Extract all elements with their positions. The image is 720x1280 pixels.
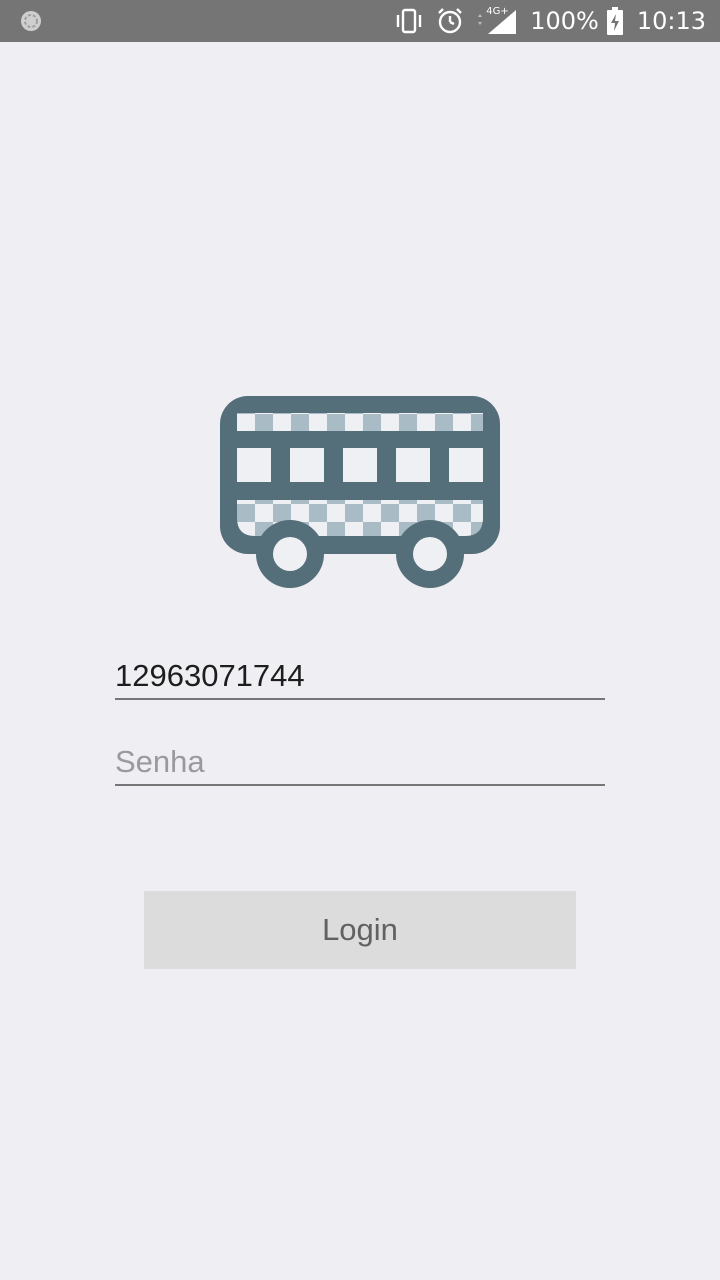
- user-field: [115, 654, 605, 700]
- battery-charging-icon: [606, 7, 623, 35]
- vibrate-icon: [397, 8, 422, 34]
- clock: 10:13: [636, 7, 706, 35]
- status-icons: 4G+ 100% 10:13: [394, 0, 706, 42]
- battery-percent: 100%: [530, 7, 599, 35]
- login-button[interactable]: Login: [144, 891, 576, 969]
- sync-icon: [21, 11, 41, 31]
- password-field: [115, 740, 605, 786]
- password-input[interactable]: [115, 740, 605, 784]
- status-bar: 4G+ 100% 10:13: [0, 0, 720, 42]
- alarm-icon: [438, 8, 463, 34]
- bus-icon: [220, 396, 500, 588]
- signal-icon: [478, 10, 517, 34]
- user-input[interactable]: [115, 654, 605, 698]
- network-4g-icon: 4G+: [476, 6, 518, 36]
